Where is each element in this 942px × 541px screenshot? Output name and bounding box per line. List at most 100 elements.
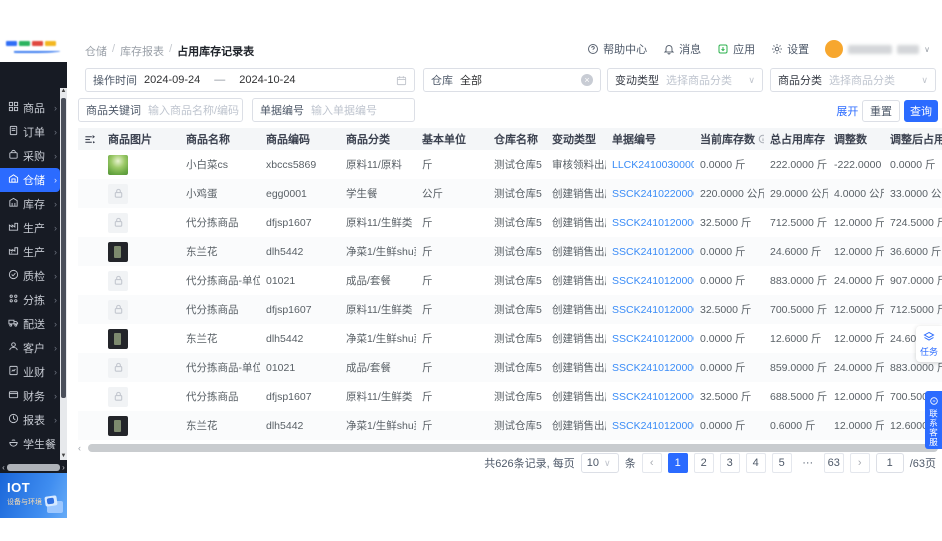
- doc-number-link[interactable]: SSCK24101200003: [612, 246, 694, 258]
- code-cell: dfjsp1607: [260, 382, 340, 411]
- iot-banner[interactable]: IOT 设备与环境: [0, 473, 67, 518]
- sidebar-item-production[interactable]: 生产 ›: [0, 216, 60, 240]
- scroll-left-icon[interactable]: ‹: [0, 463, 7, 472]
- date-to-value: 2024-10-24: [239, 74, 296, 86]
- unit-cell: 公斤: [416, 179, 488, 208]
- row-config-cell: [78, 150, 102, 179]
- page-button-63[interactable]: 63: [823, 453, 844, 473]
- name-cell: 东兰花: [180, 411, 260, 440]
- name-cell: 代分拣商品-单位换算: [180, 353, 260, 382]
- sidebar-item-biz-finance[interactable]: 业财 ›: [0, 360, 60, 384]
- doc-number-link[interactable]: SSCK24101200003: [612, 304, 694, 316]
- sidebar-item-quality[interactable]: 质检 ›: [0, 264, 60, 288]
- info-icon[interactable]: [758, 133, 764, 145]
- product-image: [108, 415, 128, 436]
- total-records-label: 共626条记录, 每页: [484, 458, 575, 470]
- warehouse-select[interactable]: 仓库 全部 ×: [423, 68, 601, 92]
- next-page-button[interactable]: ›: [849, 453, 870, 473]
- sidebar-item-goods[interactable]: 商品 ›: [0, 96, 60, 120]
- no-image-placeholder-icon: [108, 357, 128, 378]
- keyword-input[interactable]: 商品关键词 输入商品名称/编码: [78, 98, 243, 122]
- change-type-cell: 创建销售出库: [546, 208, 606, 237]
- code-cell: 01021: [260, 266, 340, 295]
- adjust-cell: 12.0000 斤: [828, 237, 884, 266]
- sidebar-item-purchase[interactable]: 采购 ›: [0, 144, 60, 168]
- tasks-label: 任务: [919, 346, 938, 357]
- sidebar-item-delivery[interactable]: 配送 ›: [0, 312, 60, 336]
- change-type-select[interactable]: 变动类型 选择商品分类 ∨: [607, 68, 763, 92]
- scrollbar-thumb[interactable]: [88, 443, 938, 452]
- doc-number-link[interactable]: LLCK24100300001: [612, 159, 694, 171]
- doc-number-link[interactable]: SSCK24101200004: [612, 217, 694, 229]
- apps-icon: [718, 44, 728, 54]
- scroll-left-icon[interactable]: ‹: [78, 443, 88, 453]
- doc-no-cell: SSCK24102200001: [606, 179, 694, 208]
- user-menu[interactable]: ∨: [825, 40, 930, 58]
- iot-devices-icon: [41, 493, 63, 513]
- scrollbar-thumb[interactable]: [61, 98, 66, 398]
- settings-label: 设置: [787, 44, 810, 56]
- total-occupied-cell: 0.6000 斤: [764, 411, 828, 440]
- calendar-icon: [396, 75, 407, 85]
- doc-number-input[interactable]: 单据编号 输入单据编号: [252, 98, 415, 122]
- sidebar-item-inventory[interactable]: 库存 ›: [0, 192, 60, 216]
- help-icon: [588, 44, 599, 54]
- messages-button[interactable]: 消息: [663, 41, 701, 57]
- doc-number-link[interactable]: SSCK24101200002: [612, 333, 694, 345]
- page-size-select[interactable]: 10 ∨: [580, 453, 619, 473]
- sidebar-vertical-scrollbar[interactable]: ▲ ▼: [60, 88, 67, 460]
- sidebar-item-production2[interactable]: 生产 ›: [0, 240, 60, 264]
- page-button-2[interactable]: 2: [693, 453, 714, 473]
- page-button-1[interactable]: 1: [667, 453, 688, 473]
- table-horizontal-scrollbar[interactable]: ‹: [78, 443, 938, 453]
- row-config-cell: [78, 266, 102, 295]
- doc-number-link[interactable]: SSCK24101200002: [612, 362, 694, 374]
- unit-cell: 斤: [416, 382, 488, 411]
- gear-icon: [772, 44, 783, 54]
- doc-no-cell: SSCK24101200003: [606, 266, 694, 295]
- page-button-3[interactable]: 3: [719, 453, 740, 473]
- total-occupied-cell: 883.0000 斤: [764, 266, 828, 295]
- total-occupied-cell: 688.5000 斤: [764, 382, 828, 411]
- doc-number-link[interactable]: SSCK24101200003: [612, 275, 694, 287]
- scroll-down-icon[interactable]: ▼: [60, 453, 67, 460]
- sidebar-item-orders[interactable]: 订单 ›: [0, 120, 60, 144]
- product-image-cell: [102, 353, 180, 382]
- scroll-up-icon[interactable]: ▲: [60, 88, 67, 95]
- contact-support-button[interactable]: 联系客服: [925, 391, 942, 449]
- breadcrumb-warehouse[interactable]: 仓储: [85, 43, 107, 59]
- sidebar-item-sorting[interactable]: 分拣 ›: [0, 288, 60, 312]
- name-cell: 东兰花: [180, 237, 260, 266]
- prev-page-button[interactable]: ‹: [641, 453, 662, 473]
- reset-button[interactable]: 重置: [862, 100, 900, 122]
- doc-number-link[interactable]: SSCK24101200001: [612, 420, 694, 432]
- sidebar-item-customer[interactable]: 客户 ›: [0, 336, 60, 360]
- sidebar-item-report[interactable]: 报表 ›: [0, 408, 60, 432]
- page-jump-suffix: /63页: [909, 458, 936, 470]
- scrollbar-thumb[interactable]: [7, 463, 60, 471]
- unit-cell: 斤: [416, 353, 488, 382]
- name-cell: 东兰花: [180, 324, 260, 353]
- sidebar-item-finance[interactable]: 财务 ›: [0, 384, 60, 408]
- doc-number-link[interactable]: SSCK24101200002: [612, 391, 694, 403]
- page-button-4[interactable]: 4: [745, 453, 766, 473]
- page-jump-input[interactable]: 1: [875, 453, 904, 473]
- category-select[interactable]: 商品分类 选择商品分类 ∨: [770, 68, 936, 92]
- search-button[interactable]: 查询: [904, 100, 938, 122]
- help-center-button[interactable]: 帮助中心: [587, 41, 647, 57]
- column-settings-button[interactable]: [78, 128, 102, 150]
- breadcrumb-inventory-report[interactable]: 库存报表: [120, 43, 164, 59]
- scroll-right-icon[interactable]: ›: [60, 463, 67, 472]
- sidebar-horizontal-scrollbar[interactable]: ‹ ›: [0, 463, 67, 472]
- settings-button[interactable]: 设置: [771, 41, 809, 57]
- sidebar-item-warehouse[interactable]: 仓储 ›: [0, 168, 60, 192]
- sidebar-item-student-meal[interactable]: 学生餐›: [0, 432, 63, 456]
- clear-icon[interactable]: ×: [581, 74, 593, 86]
- sidebar-item-label: 采购: [23, 151, 45, 163]
- username-redacted: [848, 44, 893, 54]
- doc-number-link[interactable]: SSCK24102200001: [612, 188, 694, 200]
- page-button-5[interactable]: 5: [771, 453, 792, 473]
- date-range-picker[interactable]: 操作时间 2024-09-24 — 2024-10-24: [85, 68, 415, 92]
- tasks-widget-button[interactable]: 任务: [916, 326, 942, 362]
- apps-button[interactable]: 应用: [717, 41, 755, 57]
